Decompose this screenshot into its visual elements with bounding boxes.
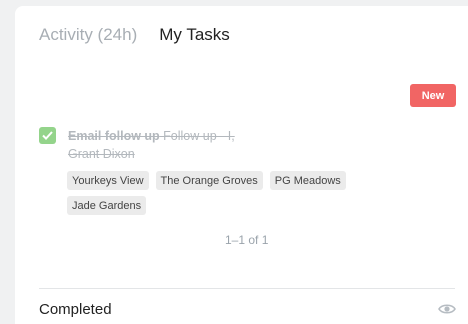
tag-the-orange-groves[interactable]: The Orange Groves	[155, 171, 263, 190]
tasks-card: Activity (24h) My Tasks New Email follow…	[15, 6, 468, 324]
divider	[39, 288, 455, 289]
task-checkbox[interactable]	[39, 127, 56, 144]
tag-pg-meadows[interactable]: PG Meadows	[269, 171, 346, 190]
task-title[interactable]: Email follow up Follow up - I, Grant Dix…	[68, 127, 248, 163]
check-icon	[42, 131, 53, 140]
tab-bar: Activity (24h) My Tasks	[39, 25, 230, 45]
pagination-info: 1–1 of 1	[225, 233, 269, 247]
new-task-button[interactable]: New	[410, 84, 456, 107]
task-title-bold: Email follow up	[68, 129, 160, 143]
tag-jade-gardens[interactable]: Jade Gardens	[67, 196, 147, 215]
tab-activity[interactable]: Activity (24h)	[39, 25, 137, 45]
tag-yourkeys-view[interactable]: Yourkeys View	[67, 171, 149, 190]
task-tags: Yourkeys View The Orange Groves PG Meado…	[67, 171, 357, 221]
eye-icon[interactable]	[438, 302, 456, 316]
completed-section-title[interactable]: Completed	[39, 301, 112, 318]
tab-my-tasks[interactable]: My Tasks	[159, 25, 230, 45]
